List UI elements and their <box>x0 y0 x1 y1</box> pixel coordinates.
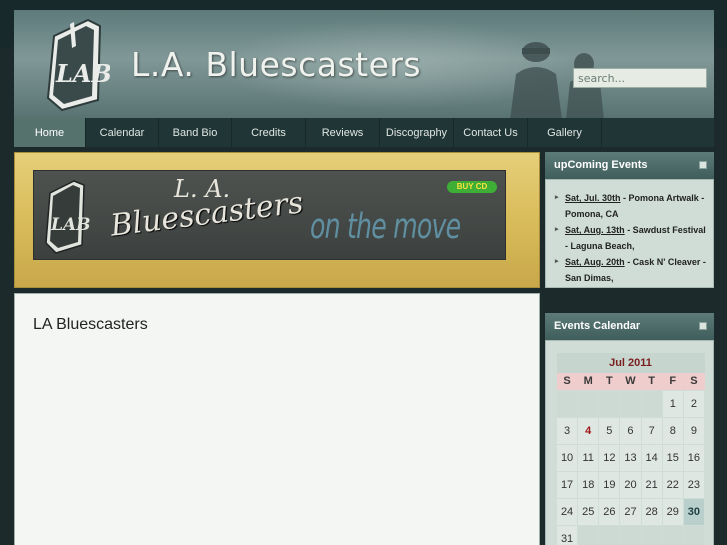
calendar-weekday: W <box>619 373 642 390</box>
calendar-day[interactable]: 27 <box>619 497 642 526</box>
calendar-empty-cell <box>577 389 600 418</box>
calendar-day[interactable]: 11 <box>577 443 600 472</box>
calendar-day[interactable]: 8 <box>661 416 684 445</box>
events-header: upComing Events <box>545 152 714 179</box>
event-item: ▸ Sat, Jul. 30th - Pomona Artwalk - Pomo… <box>555 190 707 222</box>
calendar-day[interactable]: 13 <box>619 443 642 472</box>
nav-gallery[interactable]: Gallery <box>528 118 602 147</box>
calendar-day[interactable]: 10 <box>555 443 579 472</box>
calendar-day[interactable]: 30 <box>682 497 706 526</box>
calendar-day[interactable]: 23 <box>682 470 706 499</box>
nav-calendar[interactable]: Calendar <box>86 118 159 147</box>
calendar-day[interactable]: 19 <box>598 470 621 499</box>
calendar-month: Jul 2011 <box>556 353 705 373</box>
site-title: L.A. Bluescasters <box>131 45 422 84</box>
calendar-empty-cell <box>682 524 706 545</box>
svg-text:LAB: LAB <box>50 215 90 235</box>
bullet-icon: ▸ <box>555 194 559 201</box>
calendar-day[interactable]: 26 <box>598 497 621 526</box>
calendar-empty-cell <box>577 524 600 545</box>
calendar-day[interactable]: 31 <box>555 524 579 545</box>
svg-text:LAB: LAB <box>55 59 110 88</box>
banner-tagline: on the move <box>310 207 461 247</box>
bullet-icon: ▸ <box>555 226 559 233</box>
event-item: ▸ Sat, Aug. 13th - Sawdust Festival - La… <box>555 222 707 254</box>
event-date-link[interactable]: Sat, Aug. 13th <box>565 225 625 235</box>
events-header-label: upComing Events <box>554 159 648 171</box>
banner-lab-logo: LAB <box>45 180 90 254</box>
calendar-empty-cell <box>598 524 621 545</box>
upcoming-events-list: ▸ Sat, Jul. 30th - Pomona Artwalk - Pomo… <box>545 179 714 288</box>
page-title: LA Bluescasters <box>33 316 148 333</box>
calendar-day[interactable]: 17 <box>555 470 579 499</box>
buy-cd-button[interactable]: BUY CD <box>447 181 497 193</box>
nav-home[interactable]: Home <box>14 118 86 147</box>
calendar-header: Events Calendar <box>545 313 714 340</box>
calendar-empty-cell <box>661 524 684 545</box>
calendar-empty-cell <box>640 524 663 545</box>
nav-credits[interactable]: Credits <box>232 118 306 147</box>
lab-logo[interactable]: LAB <box>40 16 110 112</box>
minimize-icon[interactable] <box>699 161 707 169</box>
event-item: ▸ Sat, Aug. 20th - Cask N' Cleaver - San… <box>555 254 707 286</box>
calendar-day[interactable]: 9 <box>682 416 706 445</box>
calendar-weekday: S <box>683 373 705 390</box>
calendar-day[interactable]: 14 <box>640 443 663 472</box>
promo-panel: LAB L. A. Bluescasters on the move BUY C… <box>14 152 540 288</box>
calendar-day[interactable]: 25 <box>577 497 600 526</box>
bullet-icon: ▸ <box>555 258 559 265</box>
calendar-empty-cell <box>619 389 642 418</box>
calendar-day[interactable]: 15 <box>661 443 684 472</box>
nav-discography[interactable]: Discography <box>380 118 454 147</box>
calendar-empty-cell <box>598 389 621 418</box>
calendar-day[interactable]: 21 <box>640 470 663 499</box>
album-banner[interactable]: LAB L. A. Bluescasters on the move BUY C… <box>33 170 506 260</box>
events-calendar: Jul 2011 SMTWTFS 1 2 3 4 5 6 7 8 9 10 11 12 13 14 15 16… <box>545 340 714 545</box>
calendar-day[interactable]: 29 <box>661 497 684 526</box>
calendar-day[interactable]: 6 <box>619 416 642 445</box>
main-nav: Home Calendar Band Bio Credits Reviews D… <box>14 118 714 147</box>
calendar-weekday: T <box>641 373 663 390</box>
calendar-grid: Jul 2011 SMTWTFS 1 2 3 4 5 6 7 8 9 10 11 12 13 14 15 16… <box>555 353 706 545</box>
calendar-empty-cell <box>619 524 642 545</box>
search-input[interactable] <box>573 68 707 88</box>
calendar-day[interactable]: 28 <box>640 497 663 526</box>
minimize-icon[interactable] <box>699 322 707 330</box>
calendar-day[interactable]: 2 <box>682 389 706 418</box>
calendar-day[interactable]: 18 <box>577 470 600 499</box>
calendar-day[interactable]: 16 <box>682 443 706 472</box>
calendar-empty-cell <box>640 389 663 418</box>
calendar-day[interactable]: 1 <box>661 389 684 418</box>
calendar-day[interactable]: 22 <box>661 470 684 499</box>
calendar-weekday: F <box>662 373 684 390</box>
main-content: LA Bluescasters <box>14 293 540 545</box>
calendar-day[interactable]: 12 <box>598 443 621 472</box>
event-date-link[interactable]: Sat, Jul. 30th <box>565 193 621 203</box>
site-header: LAB L.A. Bluescasters <box>14 10 714 118</box>
calendar-day[interactable]: 20 <box>619 470 642 499</box>
calendar-day[interactable]: 7 <box>640 416 663 445</box>
calendar-day[interactable]: 3 <box>555 416 579 445</box>
nav-reviews[interactable]: Reviews <box>306 118 380 147</box>
calendar-weekday: M <box>577 373 599 390</box>
calendar-empty-cell <box>555 389 579 418</box>
calendar-weekday: S <box>556 373 578 390</box>
calendar-day[interactable]: 24 <box>555 497 579 526</box>
nav-band-bio[interactable]: Band Bio <box>159 118 232 147</box>
calendar-header-label: Events Calendar <box>554 320 641 332</box>
calendar-day[interactable]: 5 <box>598 416 621 445</box>
event-date-link[interactable]: Sat, Aug. 20th <box>565 257 625 267</box>
calendar-day[interactable]: 4 <box>577 416 600 445</box>
nav-contact-us[interactable]: Contact Us <box>454 118 528 147</box>
calendar-weekday: T <box>598 373 620 390</box>
